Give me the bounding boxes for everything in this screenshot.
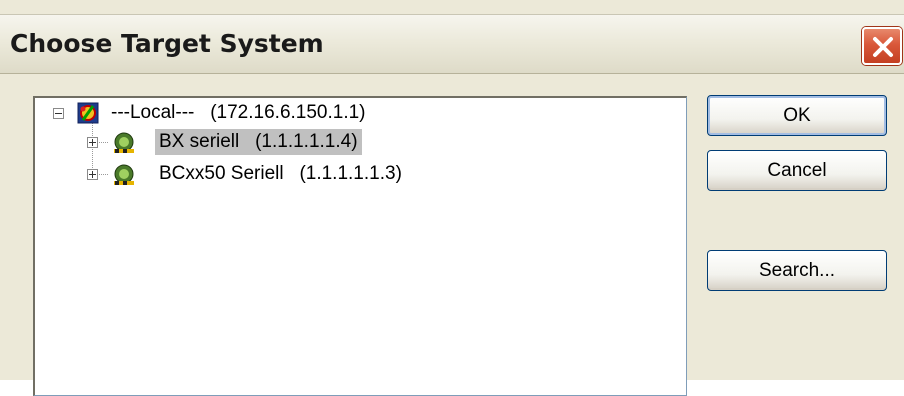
expand-toggle-bcxx50-seriell[interactable] bbox=[87, 169, 98, 180]
cancel-button[interactable]: Cancel bbox=[707, 150, 887, 191]
ok-button[interactable]: OK bbox=[707, 95, 887, 136]
title-bar[interactable]: Choose Target System bbox=[0, 14, 904, 74]
close-button[interactable] bbox=[862, 27, 902, 65]
target-tree[interactable]: ---Local--- (172.16.6.150.1.1) BX seriel… bbox=[33, 96, 687, 396]
remote-system-icon bbox=[114, 164, 134, 185]
search-button[interactable]: Search... bbox=[707, 250, 887, 291]
remote-system-icon bbox=[114, 132, 134, 153]
choose-target-system-dialog: Choose Target System ---Local--- (172.16… bbox=[0, 0, 904, 396]
tree-node-bcxx50-seriell[interactable]: BCxx50 Seriell (1.1.1.1.1.3) bbox=[155, 161, 406, 187]
close-x-icon bbox=[873, 37, 893, 57]
tree-node-local[interactable]: ---Local--- (172.16.6.150.1.1) bbox=[107, 100, 370, 126]
target-system-icon bbox=[77, 102, 99, 124]
expand-toggle-bx-seriell[interactable] bbox=[87, 137, 98, 148]
collapse-toggle-root[interactable] bbox=[53, 108, 64, 119]
dialog-title: Choose Target System bbox=[10, 29, 324, 58]
tree-node-bx-seriell[interactable]: BX seriell (1.1.1.1.1.4) bbox=[155, 129, 362, 155]
dialog-body: ---Local--- (172.16.6.150.1.1) BX seriel… bbox=[0, 74, 904, 396]
